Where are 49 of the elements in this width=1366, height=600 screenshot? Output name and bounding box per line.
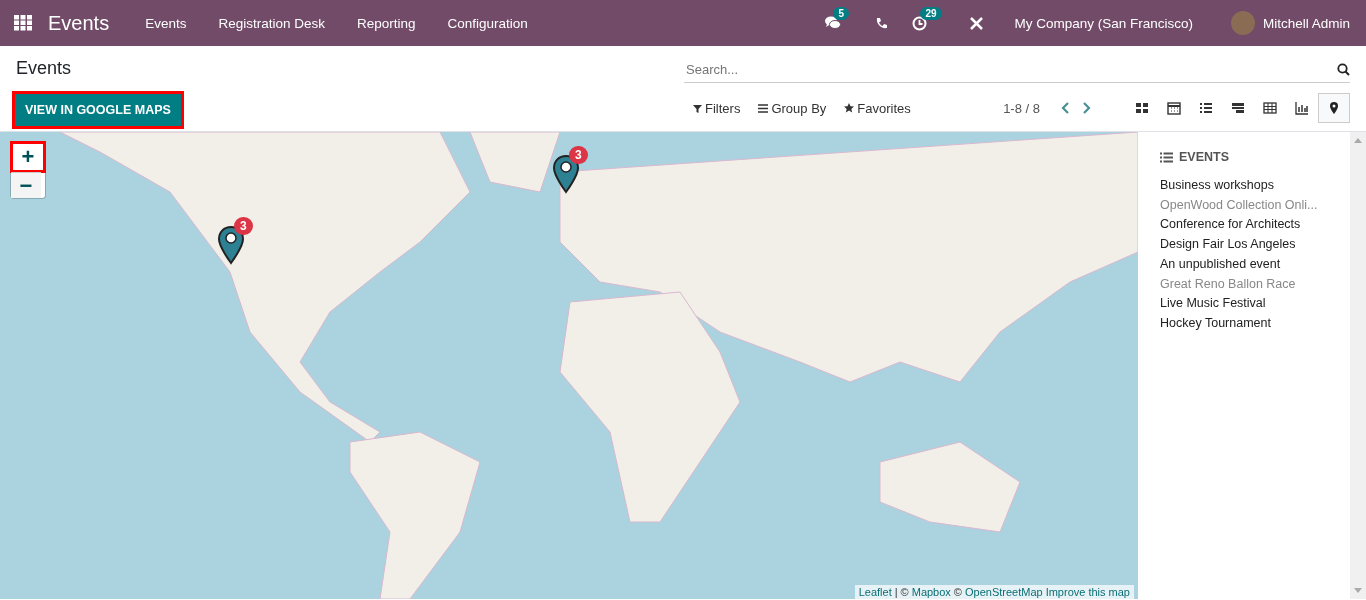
view-in-google-maps-button[interactable]: VIEW IN GOOGLE MAPS [15,94,181,126]
clock-icon[interactable] [912,15,928,31]
list-view-icon [1198,100,1214,116]
activity-count-badge: 29 [920,6,942,20]
attribution-link[interactable]: Improve this map [1045,586,1130,598]
breadcrumb: Events [16,58,73,79]
app-name[interactable]: Events [48,11,110,35]
chat-icon[interactable] [825,16,842,30]
attribution-text: | © [894,586,909,598]
chevron-right-icon [1083,102,1091,114]
menu-item[interactable]: Reporting [341,15,432,31]
zoom-out-button[interactable]: − [11,172,41,198]
pivot-view-icon [1262,100,1278,116]
kanban-view-icon [1134,100,1150,116]
company-switcher[interactable]: My Company (San Francisco) [1014,15,1193,31]
chevron-left-icon [1061,102,1069,114]
event-list-item[interactable]: Live Music Festival [1160,294,1350,314]
event-list-item[interactable]: Hockey Tournament [1160,313,1350,334]
filter-icon [693,103,702,113]
search-option-button[interactable]: Filters [684,100,750,116]
attribution-link[interactable]: Mapbox [911,586,951,598]
graph-view-icon [1294,100,1310,116]
menu-item[interactable]: Registration Desk [202,15,341,31]
list-icon [758,103,769,113]
message-count-badge: 5 [833,7,849,20]
search-option-button[interactable]: Favorites [835,100,920,116]
search-option-button[interactable]: Group By [749,100,836,116]
event-list-item[interactable]: Conference for Architects [1160,215,1350,236]
event-list-item[interactable]: Business workshops [1160,176,1350,196]
attribution-text: © [953,586,962,598]
pager-value: 1-8 / 8 [1003,100,1040,116]
list-icon [1160,151,1173,163]
attribution-link[interactable]: Leaflet [858,586,892,598]
event-list-item[interactable]: An unpublished event [1160,254,1350,275]
map-view-button[interactable] [1318,93,1350,123]
sidebar-title: EVENTS [1179,150,1229,164]
calendar-view-icon [1166,100,1182,116]
attribution-link[interactable]: OpenStreetMap [964,586,1043,598]
event-list-item[interactable]: Great Reno Ballon Race [1160,274,1350,295]
menu-item[interactable]: Events [129,15,203,31]
event-list-item[interactable]: OpenWood Collection Onli... [1160,195,1350,216]
phone-icon[interactable] [875,16,889,30]
star-icon [844,103,855,113]
apps-menu-icon[interactable] [14,15,32,31]
gantt-view-icon [1230,100,1246,116]
search-icon[interactable] [1337,62,1350,76]
user-name[interactable]: Mitchell Admin [1262,15,1350,31]
event-list-item[interactable]: Design Fair Los Angeles [1160,235,1350,255]
menu-item[interactable]: Configuration [431,15,544,31]
